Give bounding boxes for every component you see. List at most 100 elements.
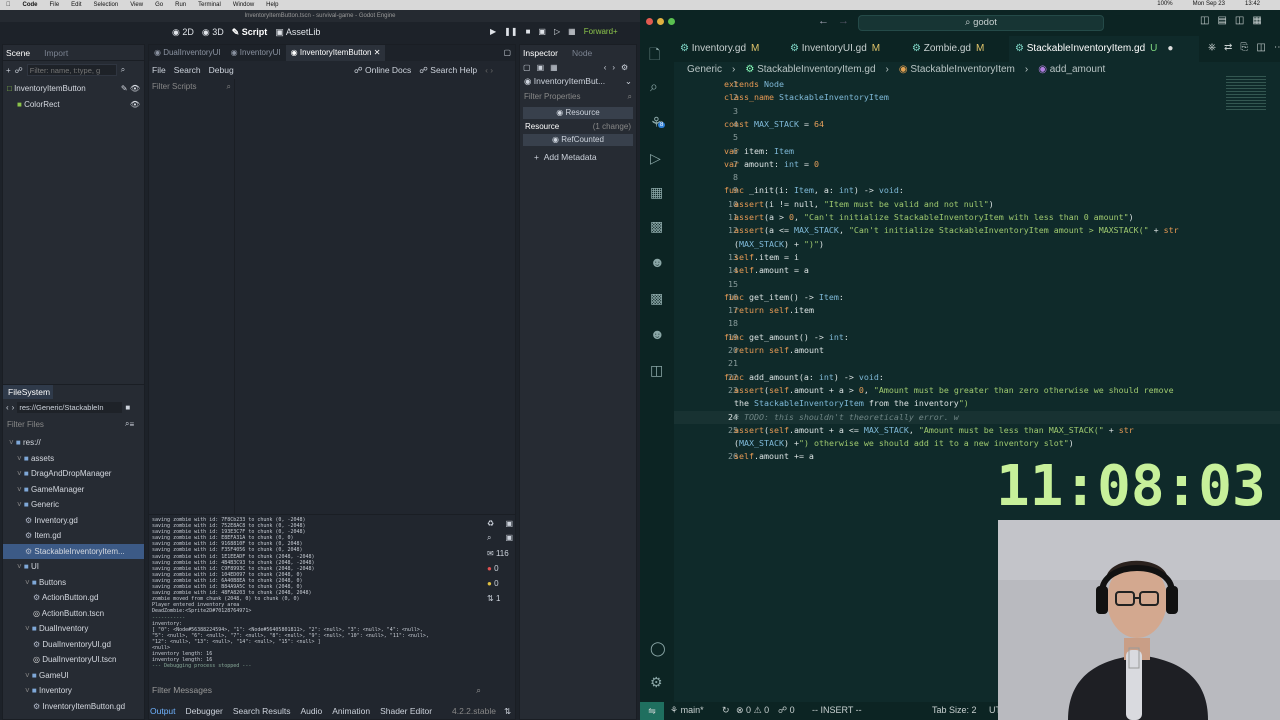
bottom-panel-toggle-icon[interactable]: ⇅ <box>504 704 511 718</box>
menu-edit[interactable]: Edit <box>71 2 81 8</box>
remote-debug-icon[interactable]: ▣ <box>538 27 546 36</box>
workspace-2d[interactable]: ◉ 2D <box>172 27 194 38</box>
close-window-icon[interactable] <box>646 18 653 25</box>
code-line[interactable]: (MAX_STACK) +") otherwise we should add … <box>674 437 1280 450</box>
editor-tab-dualinventoryui[interactable]: ◉ DualInventoryUI <box>149 45 226 61</box>
refcounted-section-header[interactable]: ◉ RefCounted <box>523 134 633 146</box>
split-editor-icon[interactable]: ◫ <box>1256 42 1265 53</box>
more-actions-icon[interactable]: ⋯ <box>1274 42 1280 53</box>
editor-tab[interactable]: ⚙ InventoryUI.gd M <box>784 36 904 62</box>
settings-gear-icon[interactable]: ⚙ <box>650 674 663 691</box>
nav-arrows-icon[interactable]: ‹ › <box>485 61 493 79</box>
scene-node-root[interactable]: □ InventoryItemButton ✎ 👁 <box>7 81 140 97</box>
pause-icon[interactable]: ❚❚ <box>504 27 517 36</box>
tab-scene[interactable]: Scene <box>6 45 30 60</box>
resource-section-header[interactable]: ◉ Resource <box>523 107 633 119</box>
tab-import[interactable]: Import <box>44 45 68 60</box>
command-center-search[interactable]: ⌕ godot <box>858 15 1104 31</box>
workspace-assetlib[interactable]: ▣ AssetLib <box>275 27 320 38</box>
code-line[interactable]: 2 class_name StackableInventoryItem <box>674 91 1280 104</box>
log-filter-editor[interactable]: ⇅ 1 <box>487 594 513 603</box>
load-icon[interactable]: ▣ <box>537 63 545 72</box>
filter-scripts-input[interactable]: Filter Scripts ⌕ <box>149 79 234 95</box>
mac-time[interactable]: 13:42 <box>1245 1 1260 7</box>
explorer-icon[interactable]: 🗋 <box>649 44 660 68</box>
code-line[interactable]: 20 return self.amount <box>674 344 1280 357</box>
remote-indicator-icon[interactable]: ⇋ <box>640 702 664 720</box>
history-forward-icon[interactable]: › <box>612 63 615 72</box>
breadcrumb-folder[interactable]: Generic <box>687 64 722 75</box>
filter-messages-input[interactable]: Filter Messages ⌕ <box>152 685 484 699</box>
search-icon[interactable]: ⌕ <box>487 533 491 543</box>
menu-help[interactable]: Help <box>266 2 278 8</box>
forward-arrow-icon[interactable]: › <box>12 403 15 412</box>
fs-folder[interactable]: ˅ ■ GameManager <box>3 482 144 498</box>
breadcrumb-class[interactable]: ◉ StackableInventoryItem <box>899 64 1015 75</box>
toggle-panel-icon[interactable]: ▤ <box>1217 15 1226 26</box>
stop-icon[interactable]: ■ <box>526 27 531 36</box>
menu-window[interactable]: Window <box>233 2 254 8</box>
workspace-3d[interactable]: ◉ 3D <box>202 27 224 38</box>
object-menu-icon[interactable]: ⚙ <box>621 63 628 72</box>
fs-file[interactable]: ◎ ActionButton.tscn <box>3 606 144 622</box>
zoom-window-icon[interactable] <box>668 18 675 25</box>
copy-icon[interactable]: ▣ <box>505 519 513 528</box>
code-line[interactable]: 19 func get_amount() -> int: <box>674 331 1280 344</box>
fs-file[interactable]: ⚙ Item.gd <box>3 528 144 544</box>
save-icon[interactable]: ▦ <box>550 63 558 72</box>
visibility-icon[interactable]: 👁 <box>130 97 140 113</box>
split-view-icon[interactable]: ■ <box>125 403 130 412</box>
source-control-graph-icon[interactable]: ⎈ <box>1208 42 1216 53</box>
minimap[interactable] <box>1226 76 1266 112</box>
ports-icon[interactable]: ☍ 0 <box>778 705 795 716</box>
git-branch[interactable]: ⚘ main* <box>670 705 704 716</box>
fs-folder[interactable]: ˅ ■ assets <box>3 451 144 467</box>
fs-path[interactable]: res://Generic/StackableIn <box>17 402 123 413</box>
code-line[interactable]: 7 var amount: int = 0 <box>674 158 1280 171</box>
new-resource-icon[interactable]: ▢ <box>523 63 531 72</box>
tab-shader-editor[interactable]: Shader Editor <box>380 704 432 718</box>
code-line[interactable]: the StackableInventoryItem from the inve… <box>674 397 1280 410</box>
menu-run[interactable]: Run <box>175 2 186 8</box>
minimize-window-icon[interactable] <box>657 18 664 25</box>
code-line[interactable]: 12 assert(a <= MAX_STACK, "Can't initial… <box>674 224 1280 237</box>
compare-icon[interactable]: ⎘ <box>1240 42 1248 53</box>
code-line[interactable]: 10 assert(i != null, "Item must be valid… <box>674 198 1280 211</box>
tab-output[interactable]: Output <box>150 704 176 718</box>
workspace-script[interactable]: ✎ Script <box>232 27 268 38</box>
play-scene-icon[interactable]: ▷ <box>554 27 560 36</box>
fs-file[interactable]: ⚙ StackableInventoryItem... <box>3 543 144 559</box>
fs-folder[interactable]: ˅ ■ DragAndDropManager <box>3 466 144 482</box>
fs-file[interactable]: ◎ DualInventoryUI.tscn <box>3 652 144 668</box>
code-line[interactable]: 6 var item: Item <box>674 145 1280 158</box>
menu-debug[interactable]: Debug <box>209 61 234 79</box>
toggle-secondary-sidebar-icon[interactable]: ◫ <box>1235 15 1244 26</box>
filter-properties-input[interactable]: Filter Properties ⌕ <box>520 89 636 105</box>
menu-terminal[interactable]: Terminal <box>198 2 221 8</box>
tab-inspector[interactable]: Inspector <box>523 45 558 61</box>
add-tab-icon[interactable]: ▢ <box>503 45 511 61</box>
battery-level[interactable]: 100% <box>1157 1 1172 7</box>
editor-tab-inventoryui[interactable]: ◉ InventoryUI <box>226 45 286 61</box>
link-icon[interactable]: ☍ <box>15 66 23 75</box>
nav-forward-icon[interactable]: → <box>838 15 849 27</box>
menu-file[interactable]: File <box>152 61 166 79</box>
search-icon[interactable]: ⌕ <box>121 65 125 75</box>
breadcrumb-symbol[interactable]: ◉ add_amount <box>1038 64 1105 75</box>
run-debug-icon[interactable]: ▷ <box>650 150 661 167</box>
code-line[interactable]: 13 self.item = i <box>674 251 1280 264</box>
menu-file[interactable]: File <box>50 2 60 8</box>
source-control-icon[interactable]: ⚘ 8 <box>650 114 666 131</box>
code-line[interactable]: 16 func get_item() -> Item: <box>674 291 1280 304</box>
code-line[interactable]: 15 <box>674 278 1280 291</box>
sync-icon[interactable]: ↻ <box>722 705 730 716</box>
log-filter-messages[interactable]: ✉ 116 <box>487 549 513 558</box>
menu-view[interactable]: View <box>130 2 143 8</box>
menu-selection[interactable]: Selection <box>94 2 119 8</box>
comments-icon[interactable]: ◫ <box>650 362 663 379</box>
tab-audio[interactable]: Audio <box>301 704 323 718</box>
nav-back-icon[interactable]: ← <box>818 15 829 27</box>
fs-folder[interactable]: ˅ ■ Buttons <box>3 575 144 591</box>
code-line[interactable]: 21 <box>674 357 1280 370</box>
code-line[interactable]: 25 assert(self.amount + a <= MAX_STACK, … <box>674 424 1280 437</box>
